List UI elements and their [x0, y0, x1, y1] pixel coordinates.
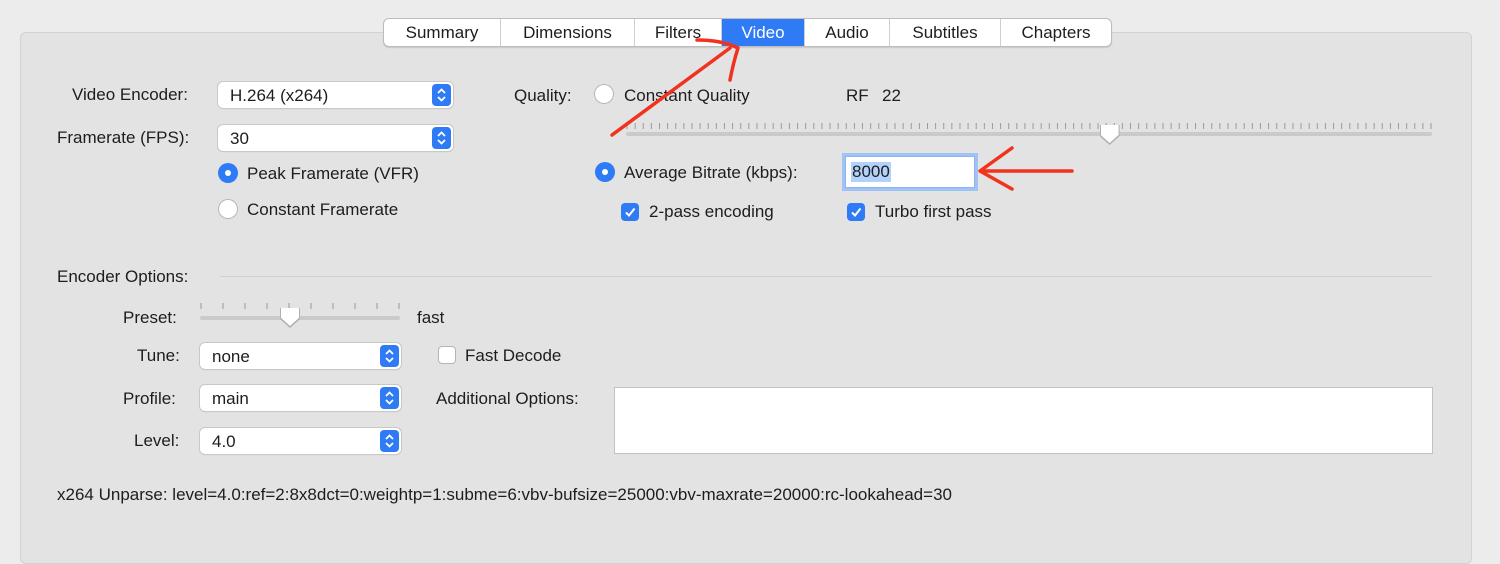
tune-value: none [212, 347, 250, 366]
level-label: Level: [134, 431, 180, 450]
additional-options-label: Additional Options: [436, 389, 579, 408]
quality-label: Quality: [514, 86, 572, 105]
video-encoder-value: H.264 (x264) [230, 86, 329, 105]
peak-framerate-label: Peak Framerate (VFR) [247, 164, 419, 183]
average-bitrate-radio[interactable] [595, 162, 615, 182]
popup-stepper-icon [432, 84, 451, 106]
tune-label: Tune: [137, 346, 180, 365]
tab-dimensions[interactable]: Dimensions [501, 19, 635, 46]
profile-popup[interactable]: main [200, 385, 401, 411]
fast-decode-checkbox[interactable] [438, 346, 456, 364]
constant-framerate-radio[interactable] [218, 199, 238, 219]
bitrate-value: 8000 [851, 162, 891, 182]
turbo-first-pass-label: Turbo first pass [875, 202, 992, 221]
rf-value: 22 [882, 86, 901, 105]
average-bitrate-label: Average Bitrate (kbps): [624, 163, 798, 182]
framerate-label: Framerate (FPS): [57, 128, 190, 147]
rf-slider-track[interactable] [626, 132, 1432, 136]
popup-stepper-icon [380, 345, 399, 367]
preset-label: Preset: [123, 308, 177, 327]
video-encoder-popup[interactable]: H.264 (x264) [218, 82, 453, 108]
two-pass-checkbox[interactable] [621, 203, 639, 221]
level-value: 4.0 [212, 432, 236, 451]
popup-stepper-icon [380, 387, 399, 409]
constant-framerate-label: Constant Framerate [247, 200, 399, 219]
fast-decode-label: Fast Decode [465, 346, 562, 365]
framerate-value: 30 [230, 129, 249, 148]
preset-slider-ticks [200, 303, 400, 309]
preset-value: fast [417, 308, 445, 327]
tune-popup[interactable]: none [200, 343, 401, 369]
preset-slider-track[interactable] [200, 316, 400, 320]
tab-audio[interactable]: Audio [805, 19, 890, 46]
turbo-first-pass-checkbox[interactable] [847, 203, 865, 221]
tab-bar: Summary Dimensions Filters Video Audio S… [383, 18, 1112, 47]
tab-summary[interactable]: Summary [384, 19, 501, 46]
two-pass-label: 2-pass encoding [649, 202, 774, 221]
rf-label: RF [846, 86, 869, 105]
additional-options-input[interactable] [615, 388, 1432, 453]
rf-slider-ticks [626, 123, 1432, 129]
constant-quality-label: Constant Quality [624, 86, 750, 105]
video-encoder-label: Video Encoder: [72, 85, 188, 104]
profile-value: main [212, 389, 249, 408]
popup-stepper-icon [432, 127, 451, 149]
tab-subtitles[interactable]: Subtitles [890, 19, 1001, 46]
peak-framerate-radio[interactable] [218, 163, 238, 183]
popup-stepper-icon [380, 430, 399, 452]
tab-video[interactable]: Video [722, 19, 805, 46]
x264-unparse-text: x264 Unparse: level=4.0:ref=2:8x8dct=0:w… [57, 485, 952, 504]
section-divider [220, 276, 1432, 277]
level-popup[interactable]: 4.0 [200, 428, 401, 454]
profile-label: Profile: [123, 389, 176, 408]
bitrate-input[interactable]: 8000 [846, 157, 974, 187]
encoder-options-heading: Encoder Options: [57, 267, 189, 286]
tab-filters[interactable]: Filters [635, 19, 722, 46]
tab-chapters[interactable]: Chapters [1001, 19, 1111, 46]
framerate-popup[interactable]: 30 [218, 125, 453, 151]
constant-quality-radio[interactable] [594, 84, 614, 104]
